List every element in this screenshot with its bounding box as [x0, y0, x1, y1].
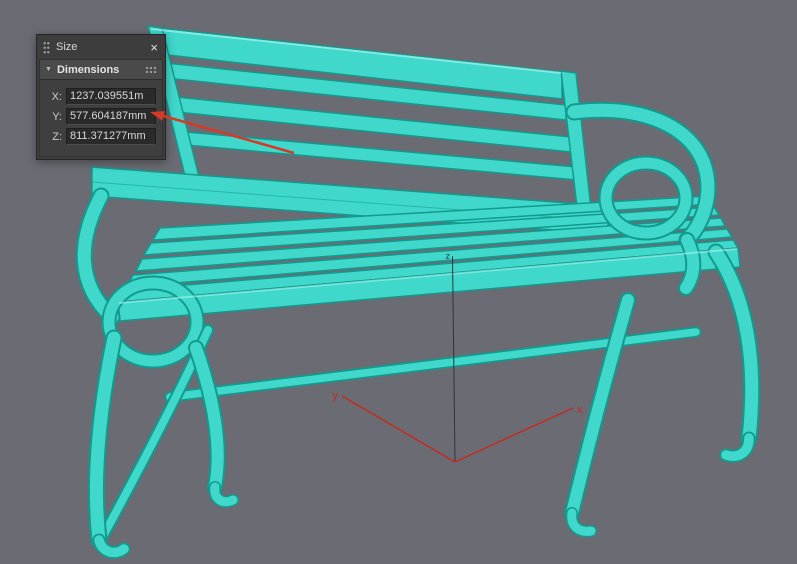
axis-label-z: z: [446, 251, 451, 261]
dimension-row-z: Z: 811.371277mm: [46, 128, 156, 145]
size-panel: Size × ▼ Dimensions X: 1237.039551m Y: 5…: [36, 34, 166, 160]
dimension-value-field-x[interactable]: 1237.039551m: [66, 88, 156, 105]
dimension-value-field-y[interactable]: 577.604187mm: [66, 108, 156, 125]
panel-title: Size: [56, 41, 78, 53]
axis-label-x: x: [577, 404, 583, 416]
dimension-row-y: Y: 577.604187mm: [46, 108, 156, 125]
viewport[interactable]: y x z Size × ▼ Dimensions X: 1237.039551…: [0, 0, 797, 564]
dimension-rows: X: 1237.039551m Y: 577.604187mm Z: 811.3…: [40, 80, 162, 156]
dimension-value-field-z[interactable]: 811.371277mm: [66, 128, 156, 145]
close-icon[interactable]: ×: [149, 41, 159, 54]
rollout-grip-icon: [145, 66, 157, 73]
panel-titlebar[interactable]: Size ×: [37, 35, 165, 59]
dimension-row-x: X: 1237.039551m: [46, 88, 156, 105]
bench-model[interactable]: [84, 25, 752, 552]
dimension-label-y: Y:: [52, 110, 62, 123]
dimension-label-z: Z:: [52, 130, 62, 143]
dimension-label-x: X:: [51, 90, 62, 103]
drag-grip-icon[interactable]: [43, 40, 50, 54]
axis-label-y: y: [333, 390, 339, 402]
rollout-title: Dimensions: [56, 63, 120, 76]
collapse-arrow-icon[interactable]: ▼: [45, 66, 52, 73]
dimensions-rollout: ▼ Dimensions X: 1237.039551m Y: 577.6041…: [39, 59, 163, 157]
dimensions-rollout-header[interactable]: ▼ Dimensions: [40, 60, 162, 80]
